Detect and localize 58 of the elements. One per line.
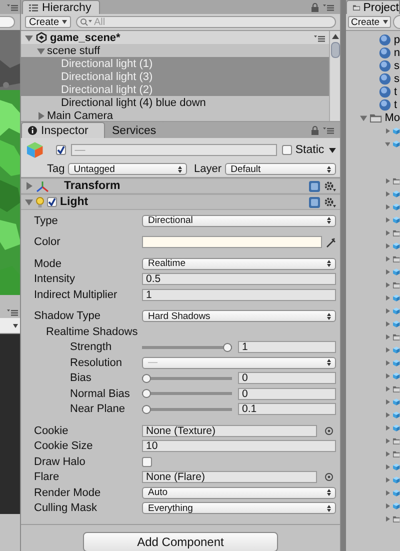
asset-name[interactable]: n (394, 46, 400, 58)
asset-name[interactable]: s (394, 60, 400, 72)
number-field[interactable]: 1 (142, 288, 336, 301)
property-label: Indirect Multiplier (33, 288, 118, 301)
tab[interactable]: Project (346, 0, 400, 14)
number-field[interactable]: 0 (238, 388, 336, 400)
folder-name[interactable]: Mo (384, 112, 400, 124)
property-label: Cookie Size (33, 440, 94, 452)
number-field[interactable]: 10 (142, 440, 336, 452)
dropdown[interactable]: Auto (142, 486, 336, 499)
asset-name[interactable]: s (394, 72, 400, 84)
component-title: Light (60, 196, 88, 208)
number-field[interactable]: 0 (238, 372, 336, 384)
add-component-button[interactable]: Add Component (83, 532, 278, 551)
property-label: Culling Mask (33, 502, 98, 514)
search-field[interactable]: All (76, 16, 336, 28)
dropdown[interactable]: Realtime (142, 258, 336, 270)
tag-dropdown[interactable]: Untagged (68, 163, 188, 175)
tab[interactable]: Inspector (21, 122, 105, 138)
hierarchy-item[interactable]: Directional light (4) blue down (61, 96, 206, 108)
asset-name[interactable]: p (394, 34, 400, 46)
layer-label: Layer (194, 163, 222, 175)
section-heading: Realtime Shadows (45, 326, 138, 338)
property-label: Resolution (69, 356, 123, 369)
property-label: Normal Bias (69, 388, 131, 400)
property-label: Color (33, 236, 62, 248)
hierarchy-item[interactable]: Main Camera (47, 110, 114, 121)
create-button[interactable]: Create (25, 16, 72, 28)
hierarchy-item[interactable]: scene stuff (47, 44, 100, 56)
property-label: Draw Halo (33, 456, 86, 468)
property-label: Near Plane (69, 403, 126, 416)
component-title: Transform (64, 180, 120, 192)
component-header[interactable]: Transform (21, 178, 340, 194)
number-field[interactable]: 1 (238, 341, 336, 354)
tab[interactable]: Hierarchy (22, 0, 100, 14)
property-label: Cookie (33, 424, 70, 437)
create-button[interactable]: Create (348, 16, 391, 28)
property-label: Mode (33, 258, 63, 270)
property-label: Intensity (33, 273, 76, 286)
tag-label: Tag (47, 163, 65, 175)
property-label: Render Mode (33, 486, 102, 499)
component-header[interactable]: Light (21, 194, 340, 210)
asset-name[interactable]: t (394, 86, 398, 98)
object-field[interactable]: None (Flare) (142, 471, 317, 484)
static-label: Static (295, 144, 324, 156)
property-label: Type (33, 214, 59, 227)
number-field[interactable]: 0.1 (238, 403, 336, 416)
number-field[interactable]: 0.5 (142, 273, 336, 286)
property-label: Flare (33, 471, 60, 484)
dropdown[interactable]: Everything (142, 502, 336, 514)
object-field[interactable]: None (Texture) (142, 424, 317, 437)
property-label: Shadow Type (33, 310, 102, 322)
asset-name[interactable]: t (394, 98, 398, 110)
dropdown[interactable]: Directional (142, 214, 336, 227)
layer-dropdown[interactable]: Default (224, 163, 336, 175)
property-label: Bias (69, 372, 92, 384)
dropdown[interactable]: Hard Shadows (142, 310, 336, 322)
property-label: Strength (69, 341, 113, 354)
